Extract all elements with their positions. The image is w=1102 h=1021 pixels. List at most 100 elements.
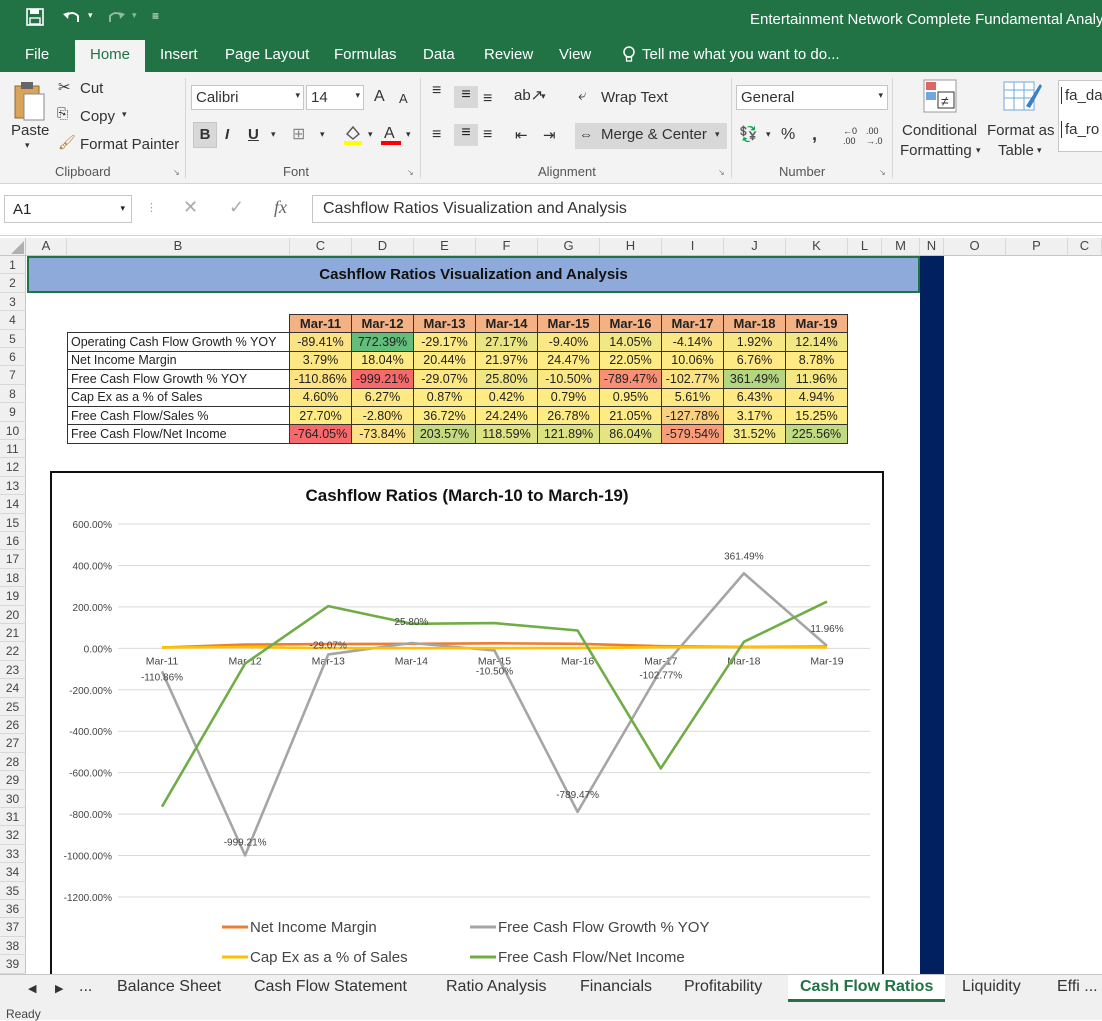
value-cell[interactable]: 0.42% (475, 387, 538, 407)
sheet-tab-cash-flow-statement[interactable]: Cash Flow Statement (254, 978, 407, 996)
cell-style-fa-da[interactable]: fa_da (1061, 87, 1102, 104)
tab-formulas[interactable]: Formulas (334, 46, 397, 63)
font-launcher-icon[interactable]: ↘ (407, 168, 414, 177)
column-header[interactable]: M (882, 238, 920, 256)
value-cell[interactable]: -29.17% (413, 332, 476, 352)
shrink-font-button[interactable]: A (399, 91, 408, 106)
undo-dropdown-icon[interactable]: ▾ (88, 10, 93, 21)
row-label-cell[interactable]: Free Cash Flow Growth % YOY (67, 369, 290, 389)
table-column-header[interactable]: Mar-16 (599, 313, 662, 334)
row-label-cell[interactable]: Net Income Margin (67, 350, 290, 371)
value-cell[interactable]: 10.06% (661, 350, 724, 371)
row-header[interactable]: 1 (0, 256, 26, 275)
row-header[interactable]: 22 (0, 642, 26, 661)
alignment-launcher-icon[interactable]: ↘ (718, 168, 725, 177)
column-header[interactable]: L (848, 238, 882, 256)
row-header[interactable]: 21 (0, 624, 26, 643)
accounting-format-icon[interactable]: 💱 (739, 125, 758, 143)
value-cell[interactable]: -89.41% (289, 332, 352, 352)
align-top-icon[interactable]: ≡ (432, 82, 441, 100)
row-header[interactable]: 29 (0, 771, 26, 790)
orientation-dropdown-icon[interactable]: ▾ (541, 91, 546, 102)
enter-icon[interactable]: ✓ (229, 197, 244, 218)
customize-quick-access-icon[interactable]: ≡ (152, 9, 159, 23)
row-header[interactable]: 27 (0, 734, 26, 753)
value-cell[interactable]: 11.96% (785, 369, 848, 389)
number-format-select[interactable]: General ▾ (736, 85, 888, 110)
column-header[interactable]: H (600, 238, 662, 256)
font-size-select[interactable]: 14 ▾ (306, 85, 364, 110)
row-header[interactable]: 39 (0, 955, 26, 974)
value-cell[interactable]: -999.21% (351, 369, 414, 389)
column-header[interactable]: A (26, 238, 67, 256)
font-color-icon[interactable]: A (380, 122, 402, 149)
redo-icon[interactable] (106, 8, 126, 31)
value-cell[interactable]: 6.43% (723, 387, 786, 407)
decrease-decimal-button[interactable]: .00 →.0 (866, 126, 883, 146)
save-icon[interactable] (26, 8, 44, 31)
value-cell[interactable]: 203.57% (413, 424, 476, 444)
redo-dropdown-icon[interactable]: ▾ (132, 10, 137, 21)
value-cell[interactable]: 26.78% (537, 405, 600, 426)
conditional-formatting-icon[interactable]: ≠ (922, 78, 958, 117)
percent-style-button[interactable]: % (781, 126, 795, 144)
tab-review[interactable]: Review (484, 46, 533, 63)
value-cell[interactable]: -29.07% (413, 369, 476, 389)
row-header[interactable]: 32 (0, 826, 26, 845)
value-cell[interactable]: 3.17% (723, 405, 786, 426)
merge-dropdown-icon[interactable]: ▾ (715, 129, 720, 140)
table-column-header[interactable]: Mar-11 (289, 313, 352, 334)
column-header[interactable]: C (290, 238, 352, 256)
fill-color-icon[interactable] (343, 124, 363, 149)
borders-dropdown-icon[interactable]: ▾ (320, 129, 325, 140)
paste-icon[interactable] (12, 80, 46, 127)
value-cell[interactable]: 24.24% (475, 405, 538, 426)
tab-insert[interactable]: Insert (160, 46, 198, 63)
sheet-tab-efficiency[interactable]: Effi ... (1057, 978, 1098, 996)
value-cell[interactable]: 25.80% (475, 369, 538, 389)
bold-button[interactable]: B (193, 122, 217, 148)
value-cell[interactable]: 121.89% (537, 424, 600, 444)
value-cell[interactable]: -127.78% (661, 405, 724, 426)
row-header[interactable]: 19 (0, 587, 26, 606)
sheet-tab-financials[interactable]: Financials (580, 978, 652, 996)
row-label-cell[interactable]: Free Cash Flow/Sales % (67, 405, 290, 426)
format-as-table-label[interactable]: Table (998, 142, 1034, 159)
value-cell[interactable]: 0.79% (537, 387, 600, 407)
value-cell[interactable]: 21.05% (599, 405, 662, 426)
value-cell[interactable]: 0.95% (599, 387, 662, 407)
value-cell[interactable]: 20.44% (413, 350, 476, 371)
format-as-table-button[interactable]: Format as (987, 122, 1055, 139)
copy-button[interactable]: Copy (80, 108, 115, 125)
value-cell[interactable]: 361.49% (723, 369, 786, 389)
sheet-tab-more[interactable]: ... (79, 978, 92, 996)
value-cell[interactable]: 4.94% (785, 387, 848, 407)
column-header[interactable]: E (414, 238, 476, 256)
row-header[interactable]: 23 (0, 660, 26, 680)
accounting-dropdown-icon[interactable]: ▾ (766, 129, 771, 140)
align-left-icon[interactable]: ≡ (432, 126, 441, 144)
column-header[interactable]: P (1006, 238, 1068, 256)
value-cell[interactable]: 3.79% (289, 350, 352, 371)
value-cell[interactable]: 225.56% (785, 424, 848, 444)
row-header[interactable]: 17 (0, 550, 26, 569)
align-bottom-icon[interactable]: ≡ (483, 90, 492, 108)
value-cell[interactable]: 18.04% (351, 350, 414, 371)
value-cell[interactable]: 6.27% (351, 387, 414, 407)
scroll-right-icon[interactable]: ▶ (55, 982, 63, 995)
grow-font-button[interactable]: A (374, 88, 385, 106)
value-cell[interactable]: -110.86% (289, 369, 352, 389)
banner-title-cell[interactable]: Cashflow Ratios Visualization and Analys… (27, 256, 920, 293)
column-header[interactable]: K (786, 238, 848, 256)
tab-page-layout[interactable]: Page Layout (225, 46, 309, 63)
format-as-table-dropdown-icon[interactable]: ▾ (1037, 145, 1042, 156)
value-cell[interactable]: 15.25% (785, 405, 848, 426)
row-header[interactable]: 37 (0, 918, 26, 937)
table-corner-cell[interactable] (67, 314, 290, 334)
column-header[interactable]: C (1068, 238, 1102, 256)
italic-button[interactable]: I (225, 126, 229, 143)
tab-file[interactable]: File (25, 46, 49, 63)
underline-button[interactable]: U (248, 126, 259, 143)
worksheet-grid[interactable]: ABCDEFGHIJKLMNOPC 1 2 3 4 5 6 7 8 9 10 11 12 13 14 15 1… (0, 236, 1102, 974)
underline-dropdown-icon[interactable]: ▾ (271, 129, 276, 140)
